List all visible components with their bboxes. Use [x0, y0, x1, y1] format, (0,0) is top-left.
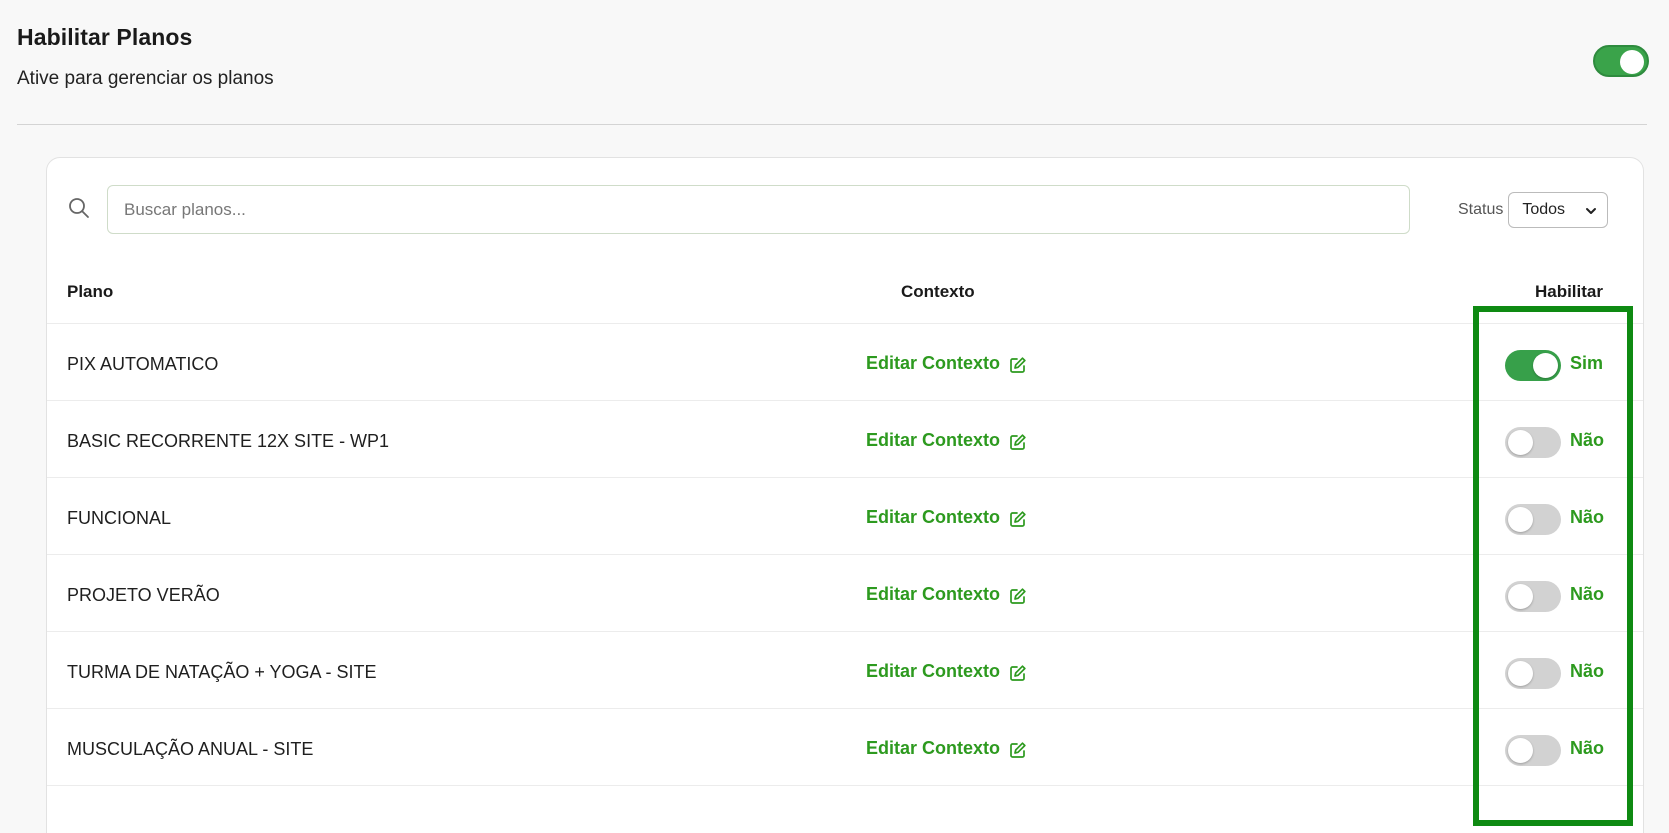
enable-plans-toggle[interactable] [1593, 45, 1649, 77]
toggle-knob [1620, 50, 1644, 74]
page: Habilitar Planos Ative para gerenciar os… [0, 0, 1669, 833]
enable-status-label: Não [1570, 738, 1605, 758]
toggle-knob [1508, 661, 1533, 686]
edit-icon [1009, 664, 1027, 682]
column-header-plano: Plano [67, 282, 114, 301]
plan-name: BASIC RECORRENTE 12X SITE - WP1 [67, 431, 390, 451]
plans-card: Status Todos Plano Contexto Habilitar PI… [46, 157, 1644, 833]
page-subtitle: Ative para gerenciar os planos [17, 68, 274, 89]
edit-context-link[interactable]: Editar Contexto [866, 661, 1027, 682]
status-label: Status [1458, 201, 1504, 218]
edit-context-link[interactable]: Editar Contexto [866, 430, 1027, 451]
edit-context-label: Editar Contexto [866, 353, 1001, 373]
table-row: FUNCIONAL Editar Contexto Não [47, 478, 1643, 555]
toggle-knob [1508, 507, 1533, 532]
enable-plan-toggle[interactable] [1505, 658, 1561, 689]
edit-context-link[interactable]: Editar Contexto [866, 738, 1027, 759]
plan-name: TURMA DE NATAÇÃO + YOGA - SITE [67, 662, 377, 682]
plan-name: FUNCIONAL [67, 508, 172, 528]
enable-plan-toggle[interactable] [1505, 427, 1561, 458]
toggle-knob [1508, 738, 1533, 763]
status-selected-value: Todos [1522, 201, 1566, 218]
toggle-knob [1533, 353, 1558, 378]
enable-plan-toggle[interactable] [1505, 350, 1561, 381]
table-row: BASIC RECORRENTE 12X SITE - WP1 Editar C… [47, 401, 1643, 478]
table-row: PIX AUTOMATICO Editar Contexto Sim [47, 324, 1643, 401]
table-header: Plano Contexto Habilitar [47, 258, 1643, 324]
edit-context-label: Editar Contexto [866, 507, 1001, 527]
status-select[interactable]: Todos [1508, 192, 1609, 228]
search-icon [67, 196, 91, 220]
enable-status-label: Não [1570, 584, 1605, 604]
page-header: Habilitar Planos Ative para gerenciar os… [17, 24, 1649, 124]
column-header-contexto: Contexto [901, 282, 975, 301]
enable-plan-toggle[interactable] [1505, 581, 1561, 612]
enable-status-label: Sim [1570, 353, 1604, 373]
edit-icon [1009, 510, 1027, 528]
edit-icon [1009, 433, 1027, 451]
edit-icon [1009, 587, 1027, 605]
enable-plan-toggle[interactable] [1505, 504, 1561, 535]
edit-icon [1009, 741, 1027, 759]
header-divider [17, 124, 1647, 125]
enable-status-label: Não [1570, 507, 1605, 527]
search-input[interactable] [107, 185, 1410, 234]
page-title: Habilitar Planos [17, 24, 193, 50]
edit-context-label: Editar Contexto [866, 661, 1001, 681]
edit-context-label: Editar Contexto [866, 738, 1001, 758]
edit-context-label: Editar Contexto [866, 430, 1001, 450]
plan-name: MUSCULAÇÃO ANUAL - SITE [67, 739, 314, 759]
toggle-knob [1508, 430, 1533, 455]
edit-context-link[interactable]: Editar Contexto [866, 584, 1027, 605]
status-filter: Status Todos [1458, 192, 1609, 228]
edit-context-link[interactable]: Editar Contexto [866, 353, 1027, 374]
enable-plan-toggle[interactable] [1505, 735, 1561, 766]
enable-status-label: Não [1570, 661, 1605, 681]
enable-status-label: Não [1570, 430, 1605, 450]
table-row: TURMA DE NATAÇÃO + YOGA - SITE Editar Co… [47, 632, 1643, 709]
edit-icon [1009, 356, 1027, 374]
chevron-down-icon [1585, 204, 1597, 216]
edit-context-link[interactable]: Editar Contexto [866, 507, 1027, 528]
toggle-knob [1508, 584, 1533, 609]
plan-name: PROJETO VERÃO [67, 585, 220, 605]
edit-context-label: Editar Contexto [866, 584, 1001, 604]
plan-name: PIX AUTOMATICO [67, 354, 219, 374]
table-row: MUSCULAÇÃO ANUAL - SITE Editar Contexto … [47, 709, 1643, 786]
column-header-habilitar: Habilitar [1534, 282, 1603, 301]
table-row: PROJETO VERÃO Editar Contexto Não [47, 555, 1643, 632]
